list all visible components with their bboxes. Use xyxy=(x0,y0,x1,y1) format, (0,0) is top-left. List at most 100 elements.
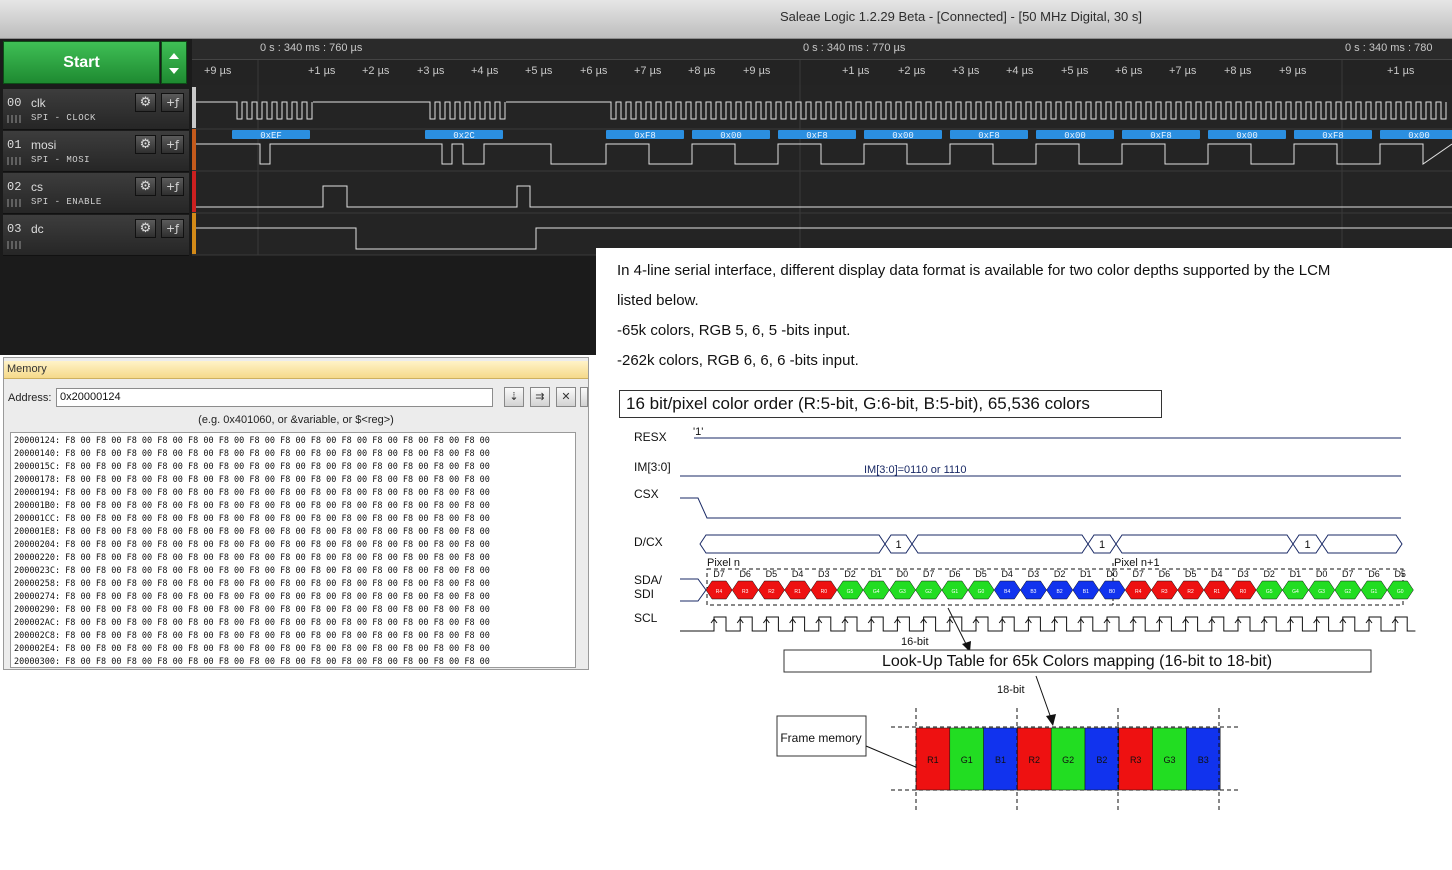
memory-row[interactable]: 20000140: F8 00 F8 00 F8 00 F8 00 F8 00 … xyxy=(14,448,575,461)
channel-color-strip xyxy=(192,171,196,212)
bit-label: D3 xyxy=(1028,569,1040,579)
start-button[interactable]: Start xyxy=(3,41,160,84)
trigger-icon[interactable]: +ƒ xyxy=(161,177,184,196)
bit-cell-label: G4 xyxy=(873,589,880,595)
bit-label: D3 xyxy=(818,569,830,579)
bit-cell-label: B1 xyxy=(1083,589,1089,595)
trigger-icon[interactable]: +ƒ xyxy=(161,135,184,154)
memory-row[interactable]: 2000015C: F8 00 F8 00 F8 00 F8 00 F8 00 … xyxy=(14,461,575,474)
gear-icon[interactable]: ⚙ xyxy=(135,135,156,154)
signal-label: IM[3:0] xyxy=(634,460,671,474)
bit-label: D6 xyxy=(739,569,751,579)
im-value: IM[3:0]=0110 or 1110 xyxy=(864,464,966,476)
arrow-18bit xyxy=(1035,675,1053,722)
channel-03-row[interactable]: 03 dc ⚙ +ƒ xyxy=(3,215,189,256)
memory-row[interactable]: 20000178: F8 00 F8 00 F8 00 F8 00 F8 00 … xyxy=(14,474,575,487)
dcx-segment xyxy=(1321,534,1403,554)
memory-row[interactable]: 200001CC: F8 00 F8 00 F8 00 F8 00 F8 00 … xyxy=(14,513,575,526)
window-titlebar: Saleae Logic 1.2.29 Beta - [Connected] -… xyxy=(0,0,1452,39)
memory-row[interactable]: 20000290: F8 00 F8 00 F8 00 F8 00 F8 00 … xyxy=(14,604,575,617)
bit-label: D4 xyxy=(1211,569,1223,579)
tools-icon[interactable]: ✕ xyxy=(556,387,576,407)
trigger-icon[interactable]: +ƒ xyxy=(161,219,184,238)
bit-cell-label: G1 xyxy=(951,589,958,595)
window-title: Saleae Logic 1.2.29 Beta - [Connected] -… xyxy=(779,9,1143,24)
gear-icon[interactable]: ⚙ xyxy=(135,177,156,196)
bit-cell-label: G5 xyxy=(1266,589,1273,595)
channel-analyzer: SPI - ENABLE xyxy=(31,197,102,207)
drag-handle-icon[interactable] xyxy=(7,199,21,207)
refresh-icon[interactable]: ⇣ xyxy=(504,387,524,407)
channel-number: 02 xyxy=(7,180,22,194)
channel-name[interactable]: dc xyxy=(31,222,44,236)
bit-label: D3 xyxy=(1237,569,1249,579)
memory-row[interactable]: 2000023C: F8 00 F8 00 F8 00 F8 00 F8 00 … xyxy=(14,565,575,578)
drag-handle-icon[interactable] xyxy=(7,241,21,249)
more-icon[interactable] xyxy=(580,387,588,407)
dcx-value: 1 xyxy=(895,539,901,551)
bit-cell-label: G0 xyxy=(978,589,985,595)
spi-byte-label: 0x2C xyxy=(453,131,475,141)
bit-cell-label: B4 xyxy=(1004,589,1010,595)
signal-label: SDA/ xyxy=(634,573,663,587)
memory-row[interactable]: 20000258: F8 00 F8 00 F8 00 F8 00 F8 00 … xyxy=(14,578,575,591)
memory-row[interactable]: 20000194: F8 00 F8 00 F8 00 F8 00 F8 00 … xyxy=(14,487,575,500)
memory-row[interactable]: 200002AC: F8 00 F8 00 F8 00 F8 00 F8 00 … xyxy=(14,617,575,630)
dcx-segment xyxy=(911,534,1089,554)
memory-row[interactable]: 200001B0: F8 00 F8 00 F8 00 F8 00 F8 00 … xyxy=(14,500,575,513)
channel-name[interactable]: cs xyxy=(31,180,43,194)
address-input[interactable]: 0x20000124 xyxy=(56,388,493,407)
memory-row[interactable]: 200002E4: F8 00 F8 00 F8 00 F8 00 F8 00 … xyxy=(14,643,575,656)
gear-icon[interactable]: ⚙ xyxy=(135,219,156,238)
memory-row[interactable]: 20000274: F8 00 F8 00 F8 00 F8 00 F8 00 … xyxy=(14,591,575,604)
datasheet-excerpt: In 4-line serial interface, different di… xyxy=(596,248,1452,870)
channel-name[interactable]: mosi xyxy=(31,138,56,152)
bit-label: D7 xyxy=(1132,569,1144,579)
channel-00-row[interactable]: 00 clk SPI - CLOCK ⚙ +ƒ xyxy=(3,89,189,130)
bit-cell-label: R3 xyxy=(742,589,749,595)
gear-icon[interactable]: ⚙ xyxy=(135,93,156,112)
memory-dump[interactable]: 20000124: F8 00 F8 00 F8 00 F8 00 F8 00 … xyxy=(10,432,576,668)
memory-tab[interactable]: Memory xyxy=(4,361,588,379)
arrow-16bit xyxy=(947,607,969,649)
channel-analyzer: SPI - CLOCK xyxy=(31,113,96,123)
bit-cell-label: B2 xyxy=(1057,589,1063,595)
channel-number: 03 xyxy=(7,222,22,236)
start-options-button[interactable] xyxy=(161,41,187,84)
channel-01-row[interactable]: 01 mosi SPI - MOSI ⚙ +ƒ xyxy=(3,131,189,172)
bit-label: D0 xyxy=(897,569,909,579)
bit-cell-label: B0 xyxy=(1109,589,1115,595)
memory-row[interactable]: 200002C8: F8 00 F8 00 F8 00 F8 00 F8 00 … xyxy=(14,630,575,643)
bit-cell-label: G3 xyxy=(1318,589,1325,595)
scl-line xyxy=(680,616,1416,632)
memory-tab-label: Memory xyxy=(7,363,47,375)
bit-cell-label: G2 xyxy=(1344,589,1351,595)
drag-handle-icon[interactable] xyxy=(7,115,21,123)
signal-label: RESX xyxy=(634,430,667,444)
spi-byte-label: 0xF8 xyxy=(1322,131,1344,141)
trigger-icon[interactable]: +ƒ xyxy=(161,93,184,112)
bit-cell-label: G2 xyxy=(925,589,932,595)
bit-label: D5 xyxy=(1394,569,1406,579)
bit-label: D4 xyxy=(792,569,804,579)
channel-02-row[interactable]: 02 cs SPI - ENABLE ⚙ +ƒ xyxy=(3,173,189,214)
memory-row[interactable]: 20000204: F8 00 F8 00 F8 00 F8 00 F8 00 … xyxy=(14,539,575,552)
signal-label: SCL xyxy=(634,611,658,625)
channel-analyzer: SPI - MOSI xyxy=(31,155,91,165)
dcx-value: 1 xyxy=(1304,539,1310,551)
spi-byte-label: 0xF8 xyxy=(1150,131,1172,141)
memory-row[interactable]: 20000124: F8 00 F8 00 F8 00 F8 00 F8 00 … xyxy=(14,435,575,448)
bit-cell-label: R1 xyxy=(794,589,801,595)
drag-handle-icon[interactable] xyxy=(7,157,21,165)
auto-refresh-icon[interactable]: ⇉ xyxy=(530,387,550,407)
memory-row[interactable]: 20000300: F8 00 F8 00 F8 00 F8 00 F8 00 … xyxy=(14,656,575,667)
signal-label: D/CX xyxy=(634,535,663,549)
bit-label: D5 xyxy=(766,569,778,579)
frame-memory-pointer xyxy=(865,745,919,769)
bit-label: D1 xyxy=(1290,569,1302,579)
memory-row[interactable]: 20000220: F8 00 F8 00 F8 00 F8 00 F8 00 … xyxy=(14,552,575,565)
memory-row[interactable]: 200001E8: F8 00 F8 00 F8 00 F8 00 F8 00 … xyxy=(14,526,575,539)
channel-name[interactable]: clk xyxy=(31,96,46,110)
frame-cell-label: G2 xyxy=(1062,755,1074,765)
bit-label: D2 xyxy=(1263,569,1275,579)
